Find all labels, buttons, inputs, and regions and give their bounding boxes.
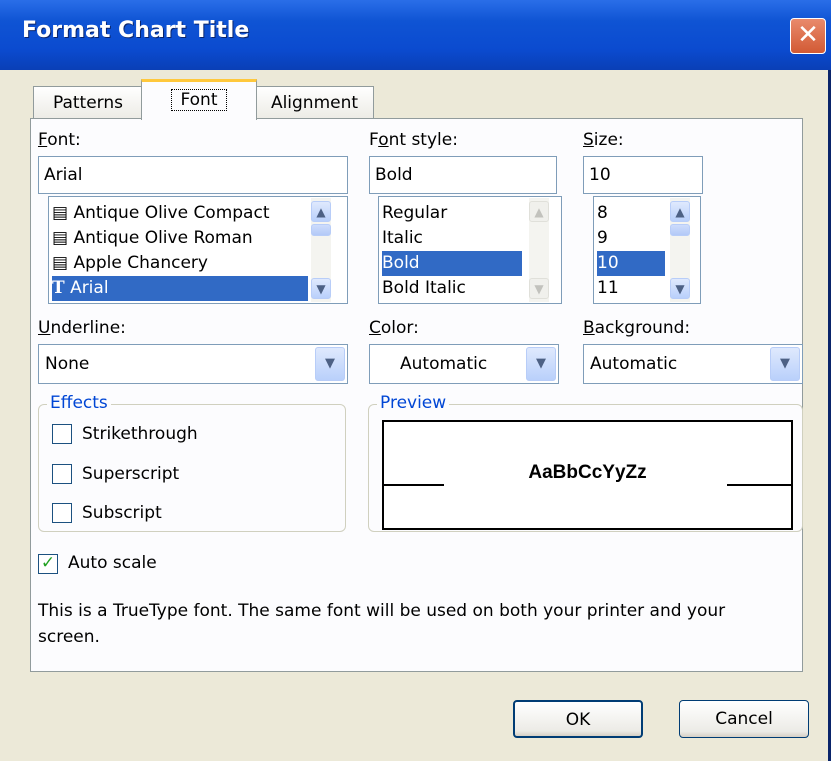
- chevron-up-icon: ▲: [316, 205, 326, 219]
- chevron-down-icon: ▼: [675, 282, 685, 296]
- chevron-up-icon: ▲: [675, 205, 685, 219]
- font-list-item-selected[interactable]: T Arial: [52, 276, 308, 301]
- printer-font-icon: ▤: [52, 203, 69, 223]
- font-style-item[interactable]: Italic: [382, 226, 522, 251]
- font-list-item[interactable]: ▤ Apple Chancery: [52, 251, 322, 276]
- chevron-down-icon: ▼: [534, 282, 544, 296]
- scroll-thumb[interactable]: [311, 224, 331, 236]
- font-style-scrollbar[interactable]: ▲ ▼: [529, 198, 549, 302]
- dropdown-button[interactable]: ▼: [770, 347, 800, 381]
- preview-baseline-right: [727, 484, 791, 486]
- chevron-up-icon: ▲: [534, 205, 544, 219]
- panel-content: Font: Arial ▤ Antique Olive Compact ▤ An…: [0, 0, 831, 761]
- size-label: Size:: [583, 130, 624, 150]
- size-item[interactable]: 11: [597, 276, 665, 301]
- font-style-label: Font style:: [369, 130, 458, 150]
- underline-value: None: [45, 354, 90, 374]
- font-list-item-label: Antique Olive Compact: [73, 203, 270, 223]
- preview-sample: AaBbCcYyZz: [528, 462, 647, 483]
- ok-button[interactable]: OK: [513, 700, 643, 738]
- scroll-up-button[interactable]: ▲: [311, 201, 331, 222]
- underline-select[interactable]: None ▼: [38, 344, 348, 384]
- size-item-selected[interactable]: 10: [597, 251, 665, 276]
- font-label: Font:: [38, 130, 81, 150]
- superscript-checkbox[interactable]: [52, 464, 72, 484]
- font-style-item-selected[interactable]: Bold: [382, 251, 522, 276]
- dropdown-button[interactable]: ▼: [526, 347, 556, 381]
- chevron-down-icon: ▼: [325, 356, 335, 371]
- cancel-button[interactable]: Cancel: [679, 700, 809, 738]
- chevron-down-icon: ▼: [780, 356, 790, 371]
- background-value: Automatic: [590, 354, 678, 374]
- font-list-item[interactable]: ▤ Antique Olive Compact: [52, 201, 322, 226]
- truetype-font-icon: T: [52, 278, 65, 298]
- size-item[interactable]: 9: [597, 226, 665, 251]
- color-value: Automatic: [400, 354, 488, 374]
- font-list-item-label: Antique Olive Roman: [73, 228, 253, 248]
- font-list-item-label: Apple Chancery: [73, 253, 208, 273]
- preview-box: AaBbCcYyZz: [382, 420, 793, 530]
- scroll-down-button[interactable]: ▼: [311, 278, 331, 299]
- font-style-list[interactable]: Regular Italic Bold Bold Italic ▲ ▼: [378, 196, 562, 304]
- font-style-input[interactable]: Bold: [369, 156, 557, 194]
- scroll-thumb[interactable]: [670, 224, 690, 236]
- font-style-item[interactable]: Bold Italic: [382, 276, 522, 301]
- size-list-scrollbar[interactable]: ▲ ▼: [670, 198, 690, 302]
- scroll-up-button[interactable]: ▲: [529, 201, 549, 222]
- printer-font-icon: ▤: [52, 253, 69, 273]
- color-label: Color:: [369, 318, 419, 338]
- preview-baseline-left: [384, 484, 444, 486]
- chevron-down-icon: ▼: [316, 282, 326, 296]
- font-info-text: This is a TrueType font. The same font w…: [38, 601, 726, 647]
- font-list-item[interactable]: ▤ Antique Olive Roman: [52, 226, 322, 251]
- font-list[interactable]: ▤ Antique Olive Compact ▤ Antique Olive …: [48, 196, 348, 304]
- strikethrough-checkbox[interactable]: [52, 424, 72, 444]
- size-item[interactable]: 8: [597, 201, 665, 226]
- subscript-checkbox[interactable]: [52, 503, 72, 523]
- strikethrough-label[interactable]: Strikethrough: [82, 424, 198, 444]
- size-input[interactable]: 10: [583, 156, 703, 194]
- font-style-item[interactable]: Regular: [382, 201, 522, 226]
- effects-title: Effects: [47, 393, 111, 413]
- scroll-up-button[interactable]: ▲: [670, 201, 690, 222]
- font-label-rest: ont:: [47, 130, 81, 150]
- background-select[interactable]: Automatic ▼: [583, 344, 803, 384]
- background-label: Background:: [583, 318, 691, 338]
- dropdown-button[interactable]: ▼: [315, 347, 345, 381]
- font-input[interactable]: Arial: [38, 156, 348, 194]
- superscript-label[interactable]: Superscript: [82, 464, 179, 484]
- chevron-down-icon: ▼: [536, 356, 546, 371]
- preview-title: Preview: [377, 393, 450, 413]
- font-list-scrollbar[interactable]: ▲ ▼: [311, 198, 331, 302]
- font-list-item-label: Arial: [70, 278, 109, 298]
- checkmark-icon: ✓: [40, 553, 56, 573]
- scroll-down-button[interactable]: ▼: [529, 278, 549, 299]
- underline-label: Underline:: [38, 318, 126, 338]
- scroll-down-button[interactable]: ▼: [670, 278, 690, 299]
- subscript-label[interactable]: Subscript: [82, 503, 162, 523]
- size-list[interactable]: 8 9 10 11 ▲ ▼: [593, 196, 701, 304]
- printer-font-icon: ▤: [52, 228, 69, 248]
- color-select[interactable]: Automatic ▼: [369, 344, 559, 384]
- auto-scale-checkbox[interactable]: ✓: [38, 554, 58, 574]
- format-chart-title-dialog: Format Chart Title ✕ Patterns Font Align…: [0, 0, 831, 761]
- auto-scale-label[interactable]: Auto scale: [68, 553, 157, 573]
